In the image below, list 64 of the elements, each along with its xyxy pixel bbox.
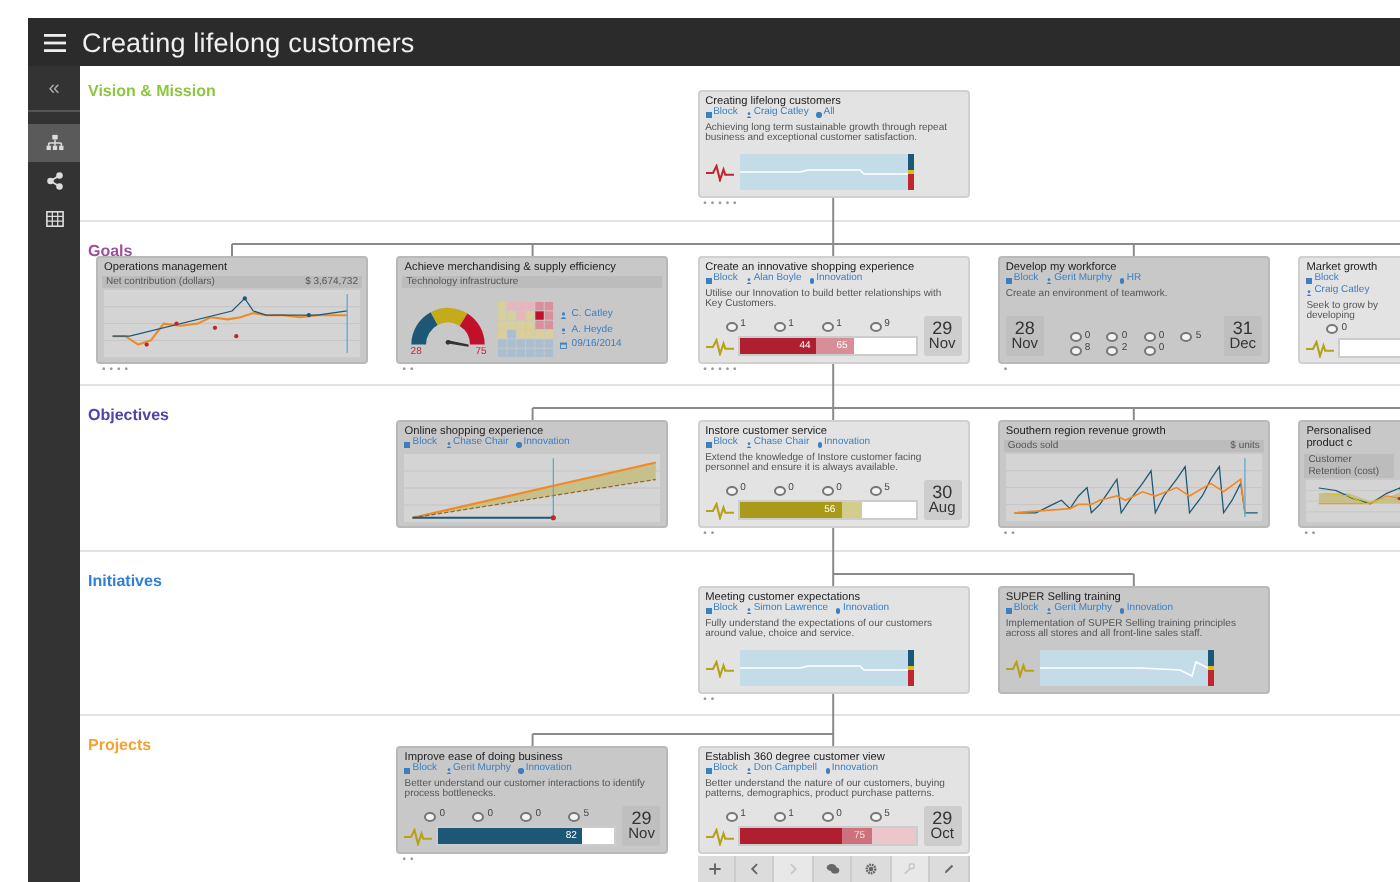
hierarchy-icon <box>45 134 63 152</box>
settings-icon <box>863 862 878 876</box>
block-icon <box>1005 607 1012 614</box>
person-icon <box>445 767 452 774</box>
chat-icon <box>825 862 840 876</box>
date-day: 30 <box>932 483 953 500</box>
block-icon <box>1005 277 1012 284</box>
calendar-icon <box>560 342 568 350</box>
person-icon <box>745 277 752 284</box>
plus-icon <box>708 862 723 876</box>
block-icon <box>705 441 712 448</box>
count-icon <box>773 811 786 822</box>
count-icon <box>568 811 581 822</box>
person-icon <box>745 441 752 448</box>
count-icon <box>520 811 533 822</box>
menu-icon[interactable] <box>44 33 66 51</box>
chevron-right-icon <box>786 862 801 876</box>
person-icon <box>1046 607 1053 614</box>
date-day: 31 <box>1232 319 1253 336</box>
person-icon <box>745 111 752 118</box>
date-day: 29 <box>932 809 953 826</box>
window-title: Creating lifelong customers <box>82 27 415 57</box>
person-icon <box>1046 277 1053 284</box>
count-icon <box>869 485 882 496</box>
block-icon <box>705 277 712 284</box>
count-icon <box>472 811 485 822</box>
section-label: Objectives <box>88 406 169 424</box>
count-icon <box>869 321 882 332</box>
count-icon <box>725 321 738 332</box>
block-icon <box>1306 277 1313 284</box>
block-icon <box>705 767 712 774</box>
share-icon <box>45 172 63 190</box>
block-icon <box>705 607 712 614</box>
count-icon <box>1180 332 1193 343</box>
count-icon <box>424 811 437 822</box>
count-icon <box>773 485 786 496</box>
count-icon <box>725 811 738 822</box>
nav-item[interactable] <box>28 124 80 162</box>
count-icon <box>725 485 738 496</box>
person-icon <box>745 607 752 614</box>
table-icon <box>45 210 63 228</box>
section-label: Vision & Mission <box>88 82 216 100</box>
count-icon <box>821 485 834 496</box>
heatmap-drawing <box>498 302 555 358</box>
date-day: 29 <box>631 809 652 826</box>
person-icon <box>445 441 452 448</box>
pencil-icon <box>941 862 956 876</box>
date-day: 29 <box>932 319 953 336</box>
block-icon <box>404 767 411 774</box>
block-icon <box>404 441 411 448</box>
count-icon <box>1326 323 1339 334</box>
person-icon <box>745 767 752 774</box>
person-icon <box>560 312 568 320</box>
section-label: Projects <box>88 736 152 754</box>
date-day: 28 <box>1014 319 1035 336</box>
chevron-left-icon <box>747 862 762 876</box>
block-icon <box>705 111 712 118</box>
section-label: Goals <box>88 242 133 260</box>
count-icon <box>821 321 834 332</box>
person-icon <box>1306 289 1313 296</box>
count-icon <box>821 811 834 822</box>
section-label: Initiatives <box>88 572 162 590</box>
count-icon <box>773 321 786 332</box>
count-icon <box>869 811 882 822</box>
